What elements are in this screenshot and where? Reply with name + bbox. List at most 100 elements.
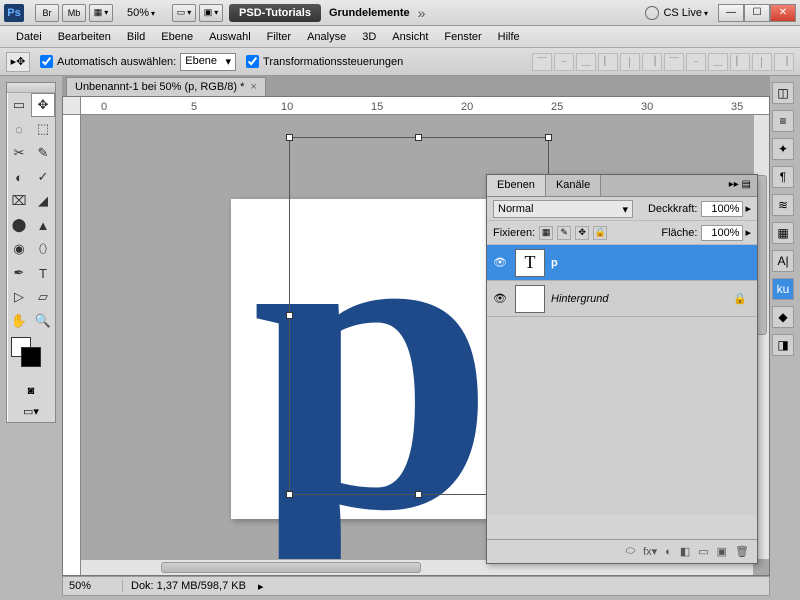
delete-layer-icon[interactable]: 🗑 (735, 545, 749, 558)
distribute-left[interactable]: ▏ (730, 53, 750, 71)
tool-brush[interactable]: ✓ (31, 165, 55, 189)
lock-position[interactable]: ✥ (575, 226, 589, 240)
ruler-origin[interactable] (63, 97, 81, 115)
tool-gradient[interactable]: ▲ (31, 213, 55, 237)
tool-move[interactable]: ✥ (31, 93, 55, 117)
lock-all[interactable]: 🔒 (593, 226, 607, 240)
current-tool-indicator[interactable]: ▸✥ (6, 52, 30, 72)
document-tab[interactable]: Unbenannt-1 bei 50% (p, RGB/8) * × (66, 77, 266, 96)
opacity-flyout-icon[interactable]: ▸ (745, 202, 751, 215)
auto-select-checkbox[interactable] (40, 55, 53, 68)
lock-pixels[interactable]: ✎ (557, 226, 571, 240)
lock-transparency[interactable]: ▦ (539, 226, 553, 240)
layer-row[interactable]: 👁 Hintergrund 🔒 (487, 281, 757, 317)
menu-hilfe[interactable]: Hilfe (490, 28, 528, 46)
bridge-button[interactable]: Br (35, 4, 59, 22)
distribute-hcenter[interactable]: │ (752, 53, 772, 71)
maximize-button[interactable]: ☐ (744, 4, 770, 22)
tool-eyedropper[interactable]: ✎ (31, 141, 55, 165)
menu-3d[interactable]: 3D (354, 28, 384, 46)
toolbox-grip[interactable] (7, 83, 55, 93)
fill-flyout-icon[interactable]: ▸ (745, 226, 751, 239)
tool-history-brush[interactable]: ◢ (31, 189, 55, 213)
menu-filter[interactable]: Filter (259, 28, 299, 46)
tool-zoom[interactable]: 🔍 (31, 309, 55, 333)
menu-auswahl[interactable]: Auswahl (201, 28, 259, 46)
tool-path-select[interactable]: ▷ (7, 285, 31, 309)
align-left[interactable]: ▏ (598, 53, 618, 71)
tool-pen[interactable]: ✒ (7, 261, 31, 285)
minimize-button[interactable]: — (718, 4, 744, 22)
extras-button[interactable]: ▦ (89, 4, 113, 22)
fill-value[interactable]: 100% (701, 225, 743, 241)
tool-healing[interactable]: ◐ (7, 165, 31, 189)
menu-bild[interactable]: Bild (119, 28, 153, 46)
link-layers-icon[interactable]: ⬭ (626, 545, 635, 558)
workspace-name[interactable]: Grundelemente (329, 7, 410, 19)
group-icon[interactable]: ▭ (698, 545, 708, 558)
layer-mask-icon[interactable]: ◐ (665, 546, 672, 558)
menu-ebene[interactable]: Ebene (153, 28, 201, 46)
menu-analyse[interactable]: Analyse (299, 28, 354, 46)
align-bottom[interactable]: ⎽ (576, 53, 596, 71)
tool-quick-select[interactable]: ⬚ (31, 117, 55, 141)
distribute-vcenter[interactable]: ⎯ (686, 53, 706, 71)
scrollbar-thumb-h[interactable] (161, 562, 421, 573)
visibility-toggle[interactable]: 👁 (491, 292, 509, 305)
panel-icon-navigator[interactable]: ✦ (772, 138, 794, 160)
mini-bridge-button[interactable]: Mb (62, 4, 86, 22)
panel-menu-icon[interactable]: ▸▸ ▤ (723, 175, 757, 196)
workspace-more-icon[interactable]: » (418, 5, 426, 21)
new-layer-icon[interactable]: ▣ (717, 545, 727, 558)
blend-mode-dropdown[interactable]: Normal (493, 200, 633, 218)
align-hcenter[interactable]: │ (620, 53, 640, 71)
align-vcenter[interactable]: ⎯ (554, 53, 574, 71)
visibility-toggle[interactable]: 👁 (491, 256, 509, 269)
menu-fenster[interactable]: Fenster (436, 28, 489, 46)
tab-ebenen[interactable]: Ebenen (487, 175, 546, 196)
close-tab-icon[interactable]: × (250, 81, 256, 93)
layer-row[interactable]: 👁 T p (487, 245, 757, 281)
panel-icon-history[interactable]: ◫ (772, 82, 794, 104)
distribute-top[interactable]: ⎺ (664, 53, 684, 71)
panel-icon-color[interactable]: ◨ (772, 334, 794, 356)
color-swatches[interactable] (7, 333, 55, 381)
workspace-pill[interactable]: PSD-Tutorials (229, 4, 321, 22)
layer-thumbnail[interactable]: T (515, 249, 545, 277)
tool-crop[interactable]: ✂ (7, 141, 31, 165)
tool-lasso[interactable]: ◌ (7, 117, 31, 141)
panel-icon-brushes[interactable]: ≋ (772, 194, 794, 216)
panel-icon-paragraph[interactable]: ¶ (772, 166, 794, 188)
tool-hand[interactable]: ✋ (7, 309, 31, 333)
opacity-value[interactable]: 100% (701, 201, 743, 217)
quick-mask-button[interactable]: ◙ (7, 381, 55, 401)
align-top[interactable]: ⎺ (532, 53, 552, 71)
status-zoom[interactable]: 50% (63, 580, 123, 592)
ruler-horizontal[interactable]: 0 5 10 15 20 25 30 35 (81, 97, 769, 115)
zoom-level[interactable]: 50% (121, 5, 161, 21)
ruler-vertical[interactable] (63, 115, 81, 575)
tool-blur[interactable]: ◉ (7, 237, 31, 261)
close-button[interactable]: ✕ (770, 4, 796, 22)
auto-select-dropdown[interactable]: Ebene (180, 53, 236, 71)
screen-mode-button[interactable]: ▣ (199, 4, 223, 22)
panel-icon-actions[interactable]: ≡ (772, 110, 794, 132)
layer-fx-icon[interactable]: fx▾ (643, 545, 657, 558)
layer-name[interactable]: p (551, 257, 558, 269)
tab-kanaele[interactable]: Kanäle (546, 175, 601, 196)
transform-controls-checkbox[interactable] (246, 55, 259, 68)
tool-eraser[interactable]: ⬤ (7, 213, 31, 237)
handle-ne[interactable] (545, 134, 552, 141)
distribute-bottom[interactable]: ⎽ (708, 53, 728, 71)
menu-bearbeiten[interactable]: Bearbeiten (50, 28, 119, 46)
tool-type[interactable]: T (31, 261, 55, 285)
tool-shape[interactable]: ▱ (31, 285, 55, 309)
panel-icon-styles[interactable]: ◆ (772, 306, 794, 328)
layer-name[interactable]: Hintergrund (551, 293, 608, 305)
adjustment-layer-icon[interactable]: ◧ (680, 545, 690, 558)
panel-icon-kuler[interactable]: ku (772, 278, 794, 300)
menu-datei[interactable]: Datei (8, 28, 50, 46)
arrange-button[interactable]: ▭ (172, 4, 196, 22)
panel-icon-character[interactable]: A| (772, 250, 794, 272)
background-color[interactable] (21, 347, 41, 367)
